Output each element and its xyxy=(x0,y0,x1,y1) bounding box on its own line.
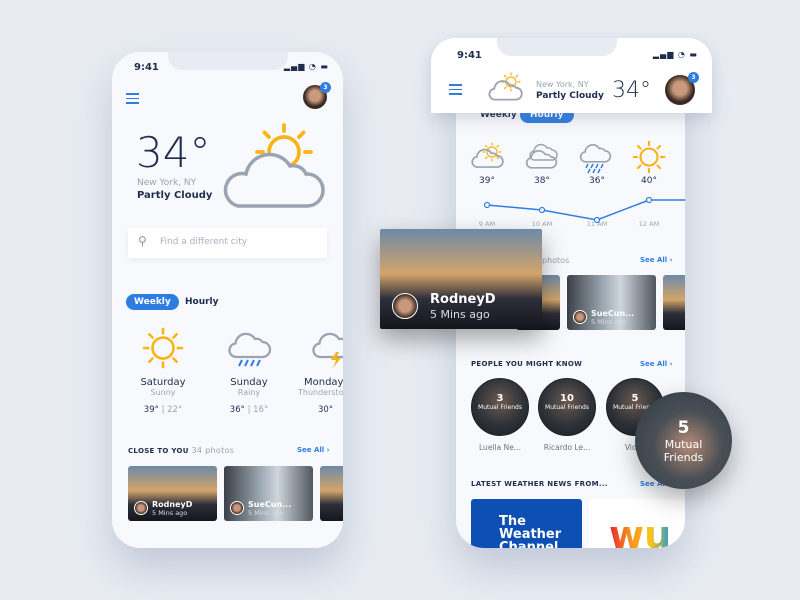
rain-cloud-icon xyxy=(228,332,272,367)
day-condition: Thunderstorm xyxy=(298,388,343,397)
condition: Partly Cloudy xyxy=(137,190,213,201)
close-to-you-title: CLOSE TO YOU 34 photos xyxy=(128,446,235,455)
photo-card[interactable]: RodneyD 5 Mins ago xyxy=(128,466,217,521)
photo-user: RodneyD xyxy=(152,500,193,509)
status-time: 9:41 xyxy=(134,62,159,73)
day-name: Monday xyxy=(304,377,343,388)
friend-name: Luella Ne... xyxy=(479,443,521,452)
condition: Partly Cloudy xyxy=(536,91,604,101)
photo-card[interactable]: SueCun... 5 Mins ago xyxy=(224,466,313,521)
right-header: 9:41 ▂▄▆ ◔ ▬ New York, NY Partly Cloudy … xyxy=(431,38,712,113)
see-all-link[interactable]: See All › xyxy=(297,446,330,454)
news-card-wunderground[interactable]: wu xyxy=(589,499,685,548)
temp-point xyxy=(645,196,653,204)
high-temp: 39° xyxy=(143,405,159,415)
low-temp: 22° xyxy=(167,405,183,415)
cloud-icon xyxy=(525,143,558,169)
current-temp: 34° xyxy=(136,128,211,177)
day-sunday[interactable]: Sunday Rainy 36° | 16° xyxy=(210,377,288,415)
avatar[interactable]: 3 xyxy=(303,82,331,109)
weather-channel-logo: The Weather Channel xyxy=(499,514,562,548)
hour-time: 10 AM xyxy=(531,220,553,228)
photo-time: 5 Mins ago xyxy=(591,318,627,326)
see-all-link[interactable]: See All › xyxy=(640,256,673,264)
day-name: Sunday xyxy=(230,377,268,388)
search-icon: ⚲ xyxy=(138,234,147,248)
rain-cloud-icon xyxy=(579,143,612,174)
hour-time: 9 AM xyxy=(478,220,496,228)
hour-temp: 36° xyxy=(589,176,605,186)
day-monday[interactable]: Monday Thunderstorm 30° xyxy=(296,377,343,415)
friend-avatar[interactable]: 10 Mutual Friends xyxy=(538,378,596,436)
photo-user: SueCun... xyxy=(248,500,292,509)
high-temp: 36° xyxy=(229,405,245,415)
avatar xyxy=(573,310,587,324)
day-condition: Sunny xyxy=(150,388,176,397)
day-condition: Rainy xyxy=(237,388,261,397)
notch xyxy=(168,52,288,70)
hour-time: 12 AM xyxy=(638,220,660,228)
photo-time: 5 Mins ago xyxy=(152,509,188,517)
partly-cloudy-icon xyxy=(223,123,325,208)
menu-button[interactable] xyxy=(126,90,139,107)
temp-line xyxy=(486,199,685,221)
avatar[interactable]: 3 xyxy=(665,72,699,105)
tab-weekly[interactable]: Weekly xyxy=(126,294,179,310)
sun-icon xyxy=(142,327,184,369)
location: New York, NY xyxy=(536,80,589,89)
photos-label: photos xyxy=(542,256,570,265)
status-time: 9:41 xyxy=(457,50,482,61)
photo-time: 5 Mins ago xyxy=(248,509,284,517)
partly-cloudy-icon xyxy=(471,142,504,168)
photo-user: RodneyD xyxy=(430,292,496,307)
friend-avatar[interactable]: 3 Mutual Friends xyxy=(471,378,529,436)
photo-card[interactable] xyxy=(663,275,685,330)
news-title: LATEST WEATHER NEWS FROM... xyxy=(471,480,608,488)
notch xyxy=(497,38,617,56)
temp-point xyxy=(483,201,491,209)
menu-button[interactable] xyxy=(449,81,462,98)
status-icons: ▂▄▆ ◔ ▬ xyxy=(283,62,329,71)
thunder-cloud-icon xyxy=(312,332,343,368)
low-temp: 16° xyxy=(253,405,269,415)
people-title: PEOPLE YOU MIGHT KNOW xyxy=(471,360,583,368)
location: New York, NY xyxy=(137,178,197,188)
notification-badge: 3 xyxy=(688,72,699,83)
hour-temp: 40° xyxy=(641,176,657,186)
enlarged-friend-avatar[interactable]: 5 Mutual Friends xyxy=(635,392,732,489)
day-name: Saturday xyxy=(140,377,186,388)
search-placeholder: Find a different city xyxy=(160,237,248,247)
day-saturday[interactable]: Saturday Sunny 39° | 22° xyxy=(124,377,202,415)
temp-point xyxy=(538,206,546,214)
photo-user: SueCun... xyxy=(591,309,635,318)
hour-time: 11 AM xyxy=(586,220,608,228)
hour-temp: 39° xyxy=(479,176,495,186)
partly-cloudy-icon xyxy=(488,72,523,101)
avatar xyxy=(134,501,148,515)
friend-name: Ricardo Le... xyxy=(543,443,591,452)
photo-card[interactable]: SueCun... 5 Mins ago xyxy=(567,275,656,330)
notification-badge: 3 xyxy=(320,82,331,93)
tab-hourly[interactable]: Hourly xyxy=(185,297,219,307)
current-temp: 34° xyxy=(612,78,651,103)
high-temp: 30° xyxy=(318,405,334,415)
photo-time: 5 Mins ago xyxy=(430,308,490,321)
news-card-weather-channel[interactable]: The Weather Channel xyxy=(471,499,582,548)
wu-logo: wu xyxy=(609,513,671,548)
sun-icon xyxy=(632,140,666,174)
avatar xyxy=(230,501,244,515)
photo-card[interactable] xyxy=(320,466,343,521)
see-all-link[interactable]: See All › xyxy=(640,360,673,368)
hour-temp: 38° xyxy=(534,176,550,186)
enlarged-photo-card[interactable]: RodneyD 5 Mins ago xyxy=(380,229,542,329)
avatar xyxy=(392,293,418,319)
search-input[interactable]: ⚲ Find a different city xyxy=(128,228,327,258)
left-phone: 9:41 ▂▄▆ ◔ ▬ 3 34° New York, NY Partly C… xyxy=(112,52,343,548)
photo-count: 34 photos xyxy=(191,446,235,455)
status-icons: ▂▄▆ ◔ ▬ xyxy=(652,50,698,59)
